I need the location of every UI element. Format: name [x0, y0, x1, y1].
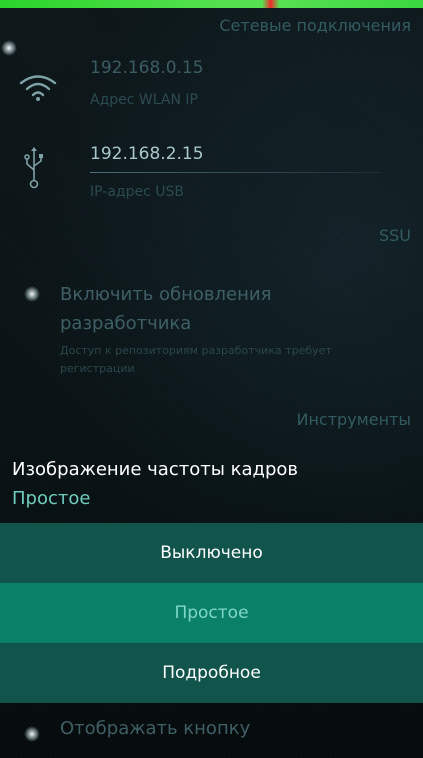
dev-updates-description: Доступ к репозиториям разработчика требу…: [60, 344, 332, 375]
status-strip: [0, 0, 423, 8]
wifi-icon: [18, 72, 58, 104]
wlan-ip-value[interactable]: 192.168.0.15: [90, 58, 204, 78]
menu-option-off[interactable]: Выключено: [0, 523, 423, 583]
usb-icon: [22, 146, 46, 190]
switch-indicator-2[interactable]: [24, 726, 40, 742]
wlan-ip-label: Адрес WLAN IP: [90, 92, 198, 108]
menu-option-simple[interactable]: Простое: [0, 583, 423, 643]
switch-indicator[interactable]: [24, 286, 40, 302]
section-header-ssu: SSU: [378, 226, 411, 245]
usb-ip-label: IP-адрес USB: [90, 184, 184, 200]
section-header-network: Сетевые подключения: [219, 16, 411, 35]
usb-ip-value[interactable]: 192.168.2.15: [90, 144, 204, 164]
settings-screen: Сетевые подключения 192.168.0.15 Адрес W…: [0, 0, 423, 758]
usb-ip-underline: [90, 172, 380, 173]
dev-updates-title[interactable]: Включить обновления разработчика: [60, 280, 320, 338]
ambient-glow: [1, 40, 17, 56]
section-header-tools: Инструменты: [296, 410, 412, 429]
fps-display-value[interactable]: Простое: [12, 488, 90, 509]
show-button-title[interactable]: Отображать кнопку: [60, 718, 250, 739]
fps-display-label[interactable]: Изображение частоты кадров: [12, 459, 298, 480]
menu-option-detailed[interactable]: Подробное: [0, 643, 423, 703]
